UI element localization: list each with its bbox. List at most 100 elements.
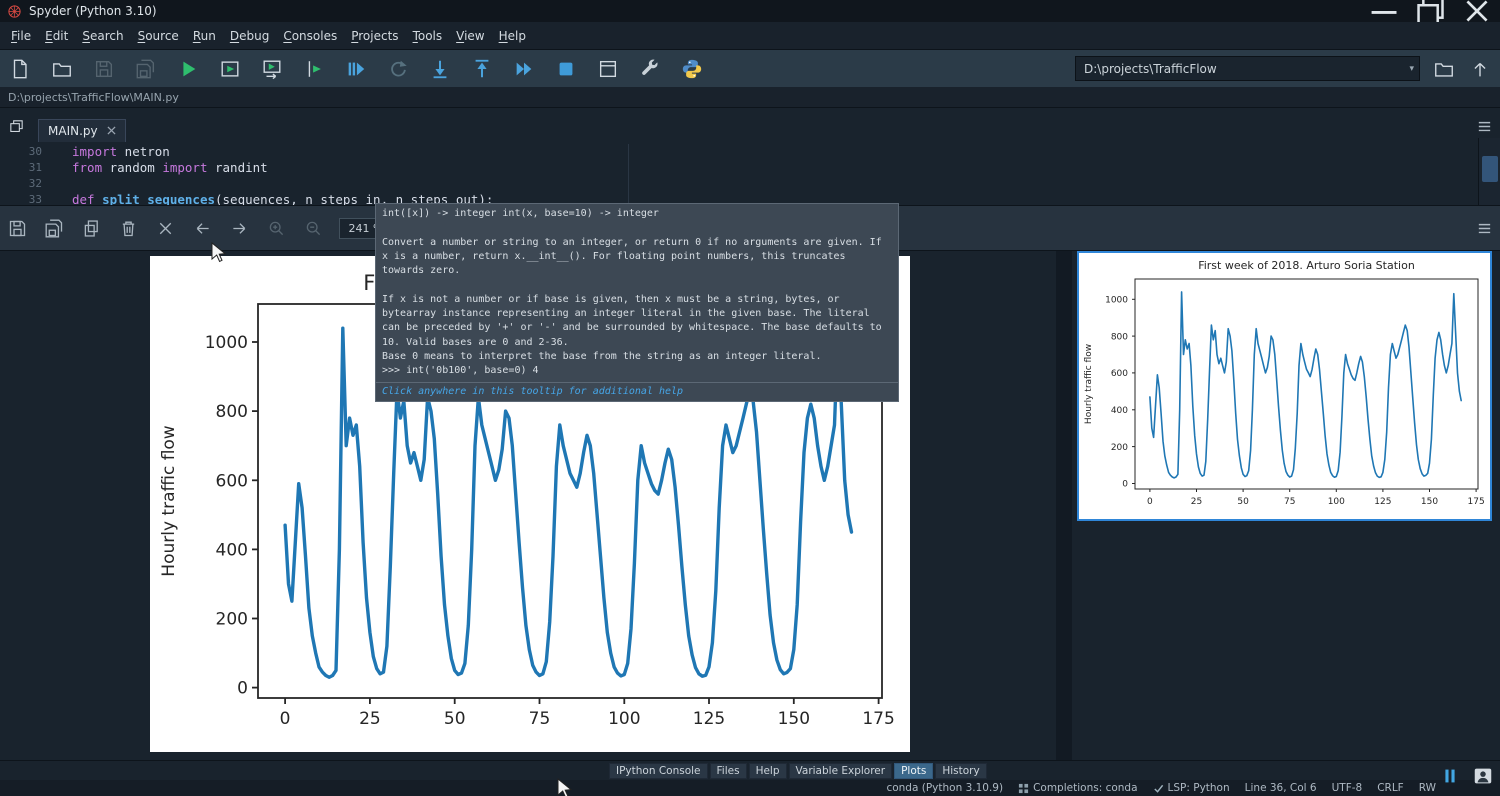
debug-button[interactable] [344, 57, 368, 81]
code-line-30[interactable]: 30import netron [0, 144, 1478, 160]
tab-ipython-console[interactable]: IPython Console [609, 763, 708, 779]
tooltip-line: Convert a number or string to an integer… [382, 236, 892, 250]
tab-help[interactable]: Help [749, 763, 787, 779]
browse-directory-button[interactable] [1432, 57, 1456, 81]
mouse-cursor [210, 242, 230, 264]
close-button[interactable] [1454, 0, 1500, 22]
step-return-button[interactable] [470, 57, 494, 81]
working-directory-value: D:\projects\TrafficFlow [1084, 62, 1217, 76]
menu-edit[interactable]: Edit [38, 25, 75, 47]
python-env-button[interactable] [680, 57, 704, 81]
tab-variable-explorer[interactable]: Variable Explorer [789, 763, 893, 779]
restore-button[interactable] [1408, 0, 1454, 22]
tab-close-icon[interactable] [107, 124, 116, 138]
tooltip-line: can be preceded by '+' or '-' and be sur… [382, 321, 892, 335]
zoom-in-button[interactable] [265, 217, 287, 239]
bottom-tabs-group: IPython ConsoleFilesHelpVariable Explore… [609, 763, 987, 779]
menu-debug[interactable]: Debug [223, 25, 276, 47]
run-selection-button[interactable] [302, 57, 326, 81]
check-icon [1153, 783, 1164, 794]
maximize-pane-button[interactable] [596, 57, 620, 81]
zoom-out-button[interactable] [302, 217, 324, 239]
bottom-tabbar: IPython ConsoleFilesHelpVariable Explore… [0, 760, 1500, 780]
previous-plot-button[interactable] [191, 217, 213, 239]
browse-tabs-icon[interactable] [8, 118, 25, 139]
step-into-button[interactable] [428, 57, 452, 81]
working-directory-combo[interactable]: D:\projects\TrafficFlow ▾ [1075, 56, 1420, 81]
svg-text:0: 0 [280, 709, 291, 729]
menu-tools[interactable]: Tools [406, 25, 450, 47]
calltip-tooltip[interactable]: int([x]) -> integer int(x, base=10) -> i… [375, 203, 899, 402]
tab-plots[interactable]: Plots [894, 763, 933, 779]
parent-directory-button[interactable] [1468, 57, 1492, 81]
editor-tab-mainpy[interactable]: MAIN.py [38, 119, 126, 142]
remove-plot-button[interactable] [117, 217, 139, 239]
save-all-plots-button[interactable] [43, 217, 65, 239]
code-editor[interactable]: 30import netron31from random import rand… [0, 144, 1478, 205]
plots-options-icon[interactable] [1476, 220, 1493, 241]
debug-continue-button[interactable] [386, 57, 410, 81]
run-button[interactable] [176, 57, 200, 81]
combo-dropdown-icon[interactable]: ▾ [1409, 64, 1414, 74]
status-lsp-group[interactable]: LSP: Python [1153, 782, 1230, 794]
menu-run[interactable]: Run [186, 25, 223, 47]
preferences-button[interactable] [638, 57, 662, 81]
line-number: 31 [0, 160, 50, 176]
code-text: import netron [50, 144, 170, 160]
tooltip-line: >>> int('0b100', base=0) 4 [382, 364, 892, 378]
save-all-button[interactable] [134, 57, 158, 81]
open-file-button[interactable] [50, 57, 74, 81]
svg-text:800: 800 [216, 402, 248, 422]
svg-text:125: 125 [1374, 497, 1391, 507]
svg-text:25: 25 [1191, 497, 1202, 507]
menu-file[interactable]: File [4, 25, 38, 47]
code-text: from random import randint [50, 160, 268, 176]
next-plot-button[interactable] [228, 217, 250, 239]
code-line-31[interactable]: 31from random import randint [0, 160, 1478, 176]
menu-source[interactable]: Source [131, 25, 186, 47]
copy-plot-button[interactable] [80, 217, 102, 239]
menu-search[interactable]: Search [75, 25, 130, 47]
svg-text:25: 25 [359, 709, 381, 729]
editor-scrollbar[interactable] [1478, 138, 1500, 205]
stop-button[interactable] [554, 57, 578, 81]
image-panel-icon-button[interactable] [1472, 765, 1494, 787]
menu-help[interactable]: Help [492, 25, 533, 47]
editor-tab-label: MAIN.py [48, 124, 98, 138]
status-lsp: LSP: Python [1168, 782, 1230, 794]
status-eol: CRLF [1377, 782, 1404, 794]
fast-forward-button[interactable] [512, 57, 536, 81]
line-number: 32 [0, 176, 50, 192]
remove-all-plots-button[interactable] [154, 217, 176, 239]
tooltip-footer[interactable]: Click anywhere in this tooltip for addit… [376, 382, 898, 401]
plots-thumbnails-panel: 025507510012515017502004006008001000Firs… [1072, 251, 1500, 760]
new-file-button[interactable] [8, 57, 32, 81]
svg-text:400: 400 [216, 541, 248, 561]
plot-thumbnail-figure: 025507510012515017502004006008001000Firs… [1079, 253, 1490, 519]
editor-options-icon[interactable] [1476, 118, 1493, 139]
svg-text:125: 125 [693, 709, 725, 729]
svg-text:150: 150 [1421, 497, 1438, 507]
menu-consoles[interactable]: Consoles [276, 25, 344, 47]
status-interpreter[interactable]: conda (Python 3.10.9) [886, 782, 1003, 794]
plots-splitter[interactable] [1056, 251, 1072, 760]
tab-history[interactable]: History [935, 763, 986, 779]
menu-projects[interactable]: Projects [344, 25, 405, 47]
menu-view[interactable]: View [449, 25, 491, 47]
svg-text:175: 175 [1468, 497, 1485, 507]
svg-text:600: 600 [1111, 369, 1128, 379]
mouse-cursor-2 [556, 778, 576, 796]
pause-icon-button[interactable] [1439, 765, 1461, 787]
save-plot-button[interactable] [6, 217, 28, 239]
status-completions-group[interactable]: Completions: conda [1018, 782, 1137, 794]
run-cell-button[interactable] [218, 57, 242, 81]
tab-files[interactable]: Files [710, 763, 747, 779]
spyder-logo-icon [7, 4, 22, 19]
save-button[interactable] [92, 57, 116, 81]
run-cell-advance-button[interactable] [260, 57, 284, 81]
completions-icon [1018, 783, 1029, 794]
plot-thumbnail[interactable]: 025507510012515017502004006008001000Firs… [1077, 251, 1492, 521]
scrollbar-thumb[interactable] [1482, 156, 1498, 182]
code-line-32[interactable]: 32 [0, 176, 1478, 192]
minimize-button[interactable] [1362, 0, 1408, 22]
